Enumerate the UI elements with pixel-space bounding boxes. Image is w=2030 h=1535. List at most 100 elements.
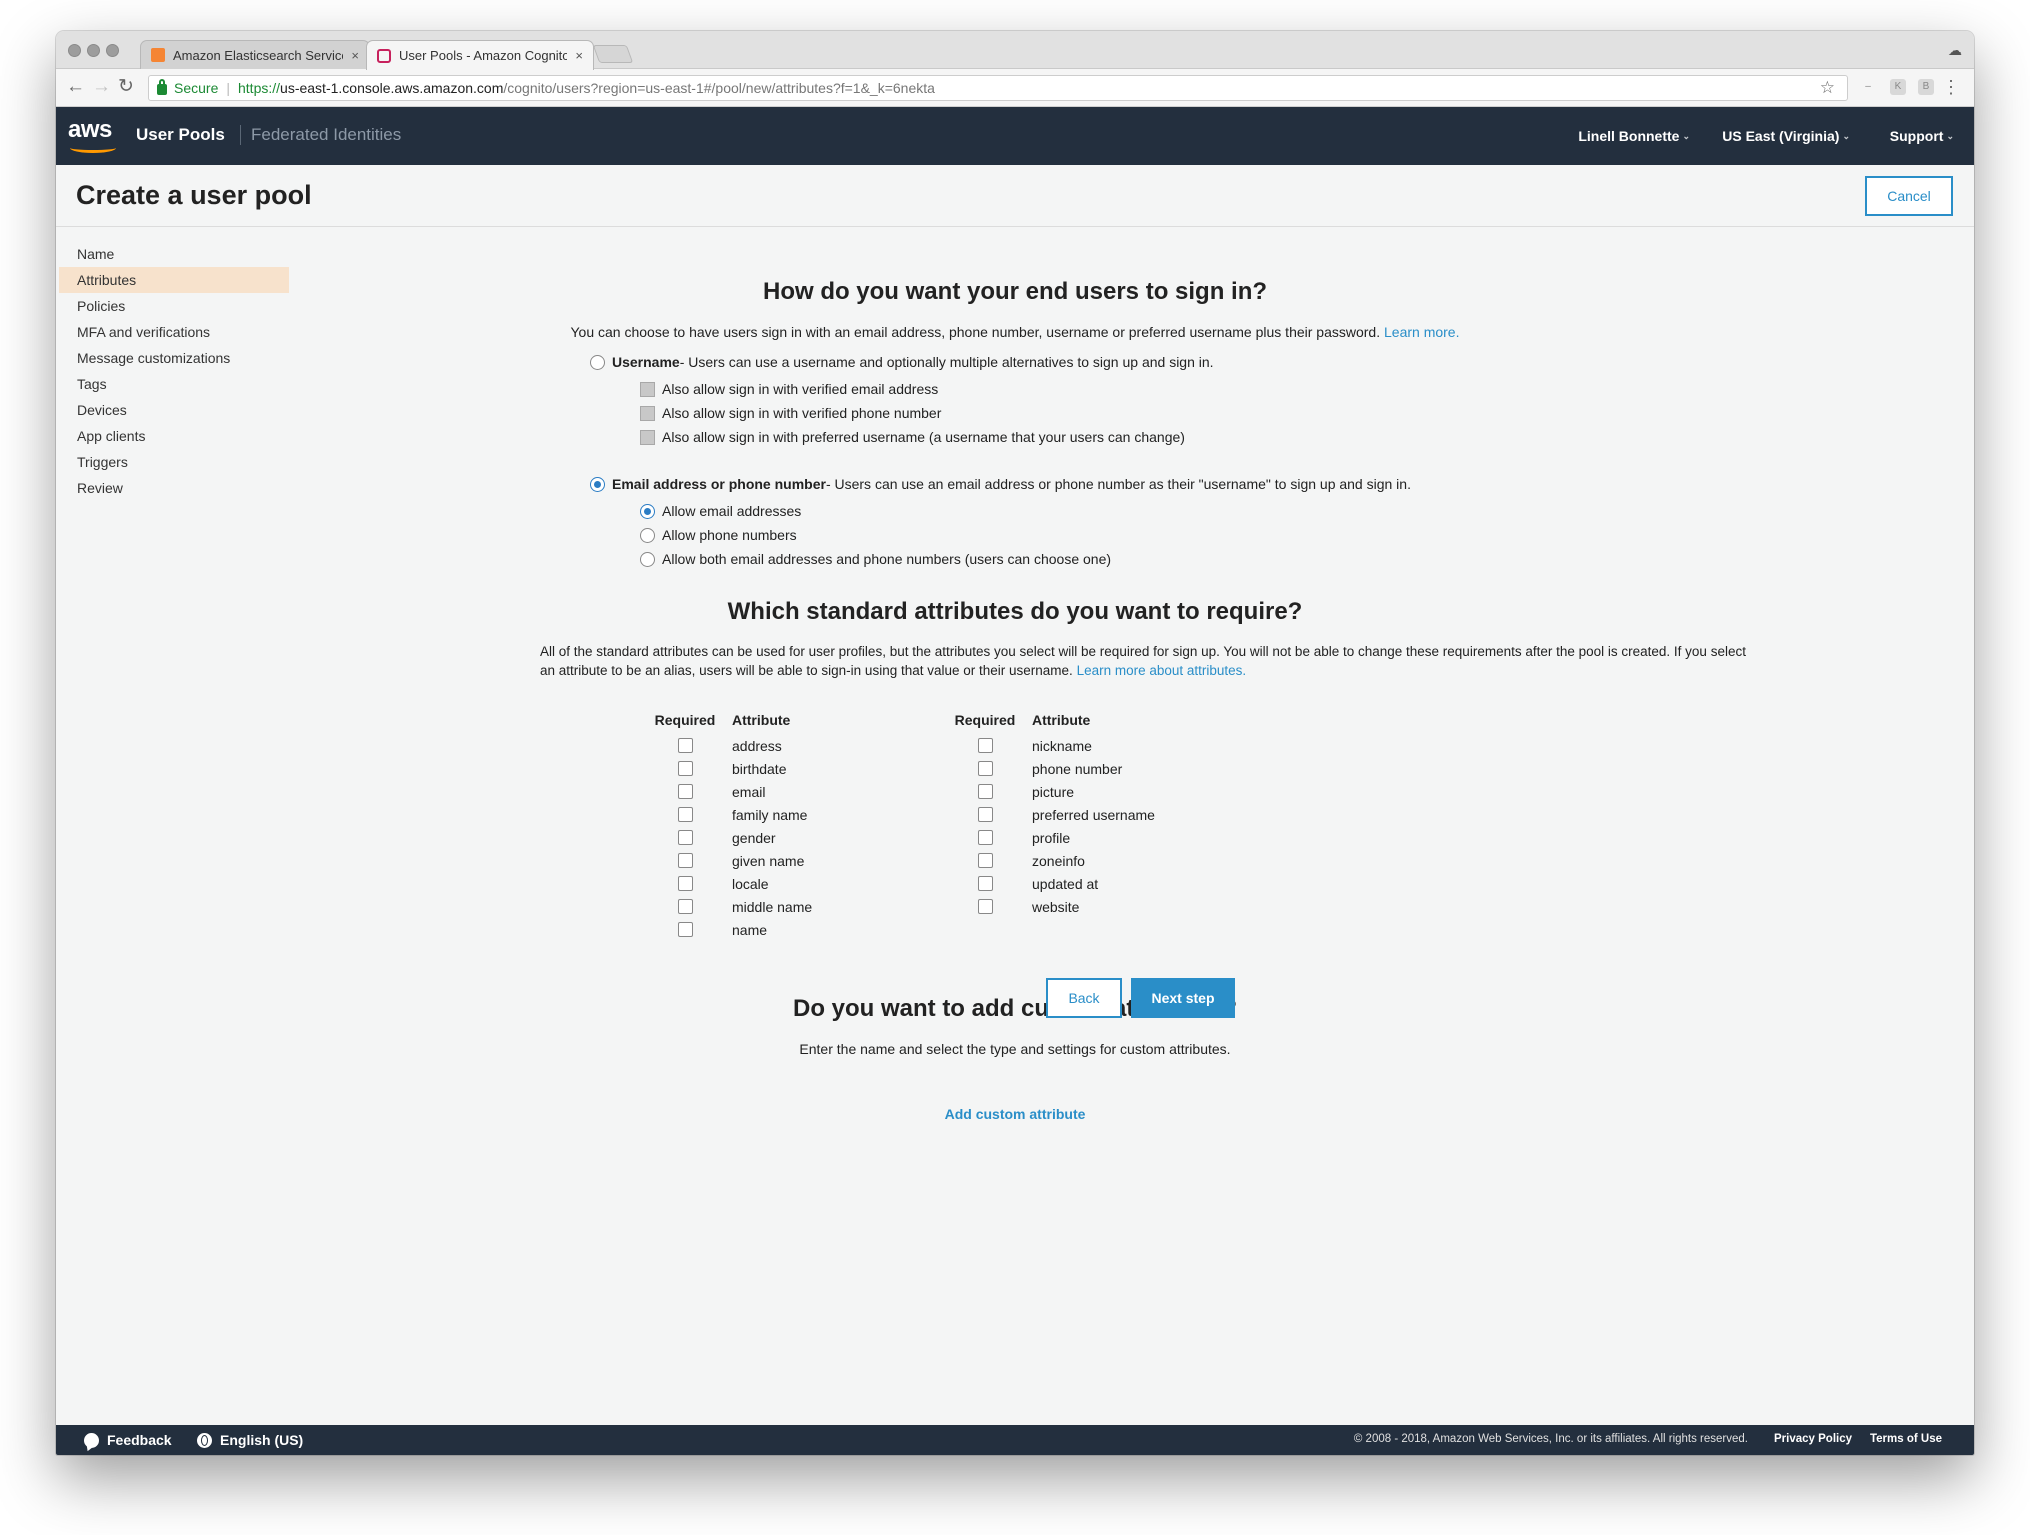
sidebar-item-review[interactable]: Review bbox=[59, 475, 289, 501]
username-option-desc: - Users can use a username and optionall… bbox=[679, 354, 1214, 370]
table-row: locale bbox=[640, 872, 812, 895]
region-name: US East (Virginia) bbox=[1722, 128, 1840, 144]
custom-attributes-desc: Enter the name and select the type and s… bbox=[799, 1041, 1231, 1057]
chevron-down-icon: ⌄ bbox=[1682, 131, 1690, 141]
sub-option-label: Allow both email addresses and phone num… bbox=[662, 551, 1112, 567]
browser-menu-icon[interactable]: ⋮ bbox=[1942, 75, 1960, 99]
required-checkbox-middle-name[interactable] bbox=[677, 899, 693, 914]
allow-email-option[interactable]: Allow email addresses bbox=[640, 503, 801, 519]
address-bar-row: ← → ↻ Secure | https:// us-east-1.consol… bbox=[56, 69, 1974, 107]
bookmark-star-icon[interactable]: ☆ bbox=[1820, 78, 1835, 98]
cancel-button[interactable]: Cancel bbox=[1865, 176, 1953, 216]
language-label: English (US) bbox=[220, 1432, 304, 1448]
required-checkbox-given-name[interactable] bbox=[677, 853, 693, 868]
custom-attributes-heading: Do you want to add custom attributes? bbox=[792, 995, 1237, 1022]
required-column-header: Required bbox=[954, 712, 1016, 728]
learn-more-attributes-link[interactable]: Learn more about attributes. bbox=[1077, 663, 1247, 678]
username-option[interactable]: Username - Users can use a username and … bbox=[590, 354, 1214, 370]
user-menu[interactable]: Linell Bonnette ⌄ bbox=[1578, 128, 1690, 144]
table-header: Required Attribute bbox=[640, 712, 812, 734]
sidebar-item-name[interactable]: Name bbox=[59, 241, 289, 267]
required-checkbox-email[interactable] bbox=[677, 784, 693, 799]
terms-of-use-link[interactable]: Terms of Use bbox=[1870, 1433, 1942, 1445]
url-input[interactable]: Secure | https:// us-east-1.console.aws.… bbox=[148, 75, 1848, 101]
sidebar-item-messages[interactable]: Message customizations bbox=[59, 345, 289, 371]
signin-intro-text: You can choose to have users sign in wit… bbox=[570, 324, 1381, 340]
required-checkbox-family-name[interactable] bbox=[677, 807, 693, 822]
allow-phone-radio[interactable] bbox=[640, 527, 655, 543]
url-path: /cognito/users?region=us-east-1#/pool/ne… bbox=[503, 80, 935, 96]
tab-cognito[interactable]: User Pools - Amazon Cognito × bbox=[366, 40, 594, 70]
sidebar-item-triggers[interactable]: Triggers bbox=[59, 449, 289, 475]
allow-both-option[interactable]: Allow both email addresses and phone num… bbox=[640, 551, 1111, 567]
extension-icon[interactable]: ☁ bbox=[1948, 42, 1962, 59]
region-menu[interactable]: US East (Virginia) ⌄ bbox=[1722, 128, 1850, 144]
required-checkbox-updated-at[interactable] bbox=[977, 876, 993, 891]
allow-phone-option[interactable]: Allow phone numbers bbox=[640, 527, 797, 543]
federated-identities-link[interactable]: Federated Identities bbox=[240, 125, 401, 145]
required-checkbox-website[interactable] bbox=[977, 899, 993, 914]
allow-both-radio[interactable] bbox=[640, 551, 655, 567]
attribute-name: nickname bbox=[1032, 737, 1092, 754]
sub-option-label: Also allow sign in with preferred userna… bbox=[662, 429, 1185, 445]
sub-option-label: Allow email addresses bbox=[662, 503, 802, 519]
disabled-checkbox bbox=[640, 429, 655, 445]
back-button[interactable]: Back bbox=[1046, 978, 1122, 1018]
signin-heading: How do you want your end users to sign i… bbox=[762, 278, 1268, 305]
extension-b-icon[interactable]: B bbox=[1918, 79, 1934, 95]
table-row: gender bbox=[640, 826, 812, 849]
cognito-favicon-icon bbox=[377, 48, 391, 63]
sidebar-item-app-clients[interactable]: App clients bbox=[59, 423, 289, 449]
forward-arrow-icon[interactable]: → bbox=[92, 77, 111, 97]
attribute-name: picture bbox=[1032, 783, 1075, 800]
add-custom-attribute-link[interactable]: Add custom attribute bbox=[56, 1106, 1974, 1122]
url-separator: | bbox=[226, 80, 230, 96]
sidebar-item-devices[interactable]: Devices bbox=[59, 397, 289, 423]
required-checkbox-profile[interactable] bbox=[977, 830, 993, 845]
tab-close-icon[interactable]: × bbox=[575, 48, 583, 63]
required-checkbox-picture[interactable] bbox=[977, 784, 993, 799]
new-tab-button[interactable] bbox=[592, 45, 634, 63]
maximize-window-button[interactable] bbox=[106, 44, 119, 57]
secure-label: Secure bbox=[174, 80, 219, 96]
required-checkbox-locale[interactable] bbox=[677, 876, 693, 891]
required-checkbox-gender[interactable] bbox=[677, 830, 693, 845]
minimize-window-button[interactable] bbox=[87, 44, 100, 57]
back-arrow-icon[interactable]: ← bbox=[66, 77, 85, 97]
tab-close-icon[interactable]: × bbox=[351, 48, 359, 63]
attribute-name: zoneinfo bbox=[1032, 852, 1085, 869]
support-menu[interactable]: Support ⌄ bbox=[1890, 128, 1954, 144]
language-selector[interactable]: English (US) bbox=[197, 1432, 303, 1448]
email-phone-option[interactable]: Email address or phone number - Users ca… bbox=[590, 476, 1411, 492]
allow-email-radio[interactable] bbox=[640, 503, 655, 519]
required-checkbox-phone-number[interactable] bbox=[977, 761, 993, 776]
required-checkbox-birthdate[interactable] bbox=[677, 761, 693, 776]
signin-intro: You can choose to have users sign in wit… bbox=[56, 324, 1974, 340]
privacy-policy-link[interactable]: Privacy Policy bbox=[1774, 1433, 1852, 1445]
extension-k-icon[interactable]: K bbox=[1890, 79, 1906, 95]
url-scheme: https:// bbox=[238, 80, 281, 96]
feedback-link[interactable]: Feedback bbox=[84, 1432, 172, 1448]
sidebar-item-tags[interactable]: Tags bbox=[59, 371, 289, 397]
standard-attributes-heading: Which standard attributes do you want to… bbox=[727, 598, 1303, 625]
username-radio[interactable] bbox=[590, 354, 605, 370]
required-checkbox-nickname[interactable] bbox=[977, 738, 993, 753]
close-window-button[interactable] bbox=[68, 44, 81, 57]
tab-elasticsearch[interactable]: Amazon Elasticsearch Service × bbox=[140, 40, 370, 69]
table-row: picture bbox=[940, 780, 1155, 803]
extension-minus-icon[interactable]: – bbox=[1860, 79, 1876, 95]
reload-icon[interactable]: ↻ bbox=[118, 77, 134, 97]
required-checkbox-preferred-username[interactable] bbox=[977, 807, 993, 822]
required-checkbox-address[interactable] bbox=[677, 738, 693, 753]
required-column-header: Required bbox=[654, 712, 716, 728]
required-checkbox-zoneinfo[interactable] bbox=[977, 853, 993, 868]
required-checkbox-name[interactable] bbox=[677, 922, 693, 937]
learn-more-link[interactable]: Learn more. bbox=[1384, 324, 1459, 340]
next-step-button[interactable]: Next step bbox=[1131, 978, 1235, 1018]
email-option-label: Email address or phone number bbox=[612, 476, 826, 492]
aws-logo[interactable]: aws bbox=[68, 116, 120, 156]
attribute-name: family name bbox=[732, 806, 808, 823]
user-pools-link[interactable]: User Pools bbox=[136, 125, 225, 145]
email-phone-radio[interactable] bbox=[590, 476, 605, 492]
copyright-text: © 2008 - 2018, Amazon Web Services, Inc.… bbox=[1353, 1433, 1748, 1445]
